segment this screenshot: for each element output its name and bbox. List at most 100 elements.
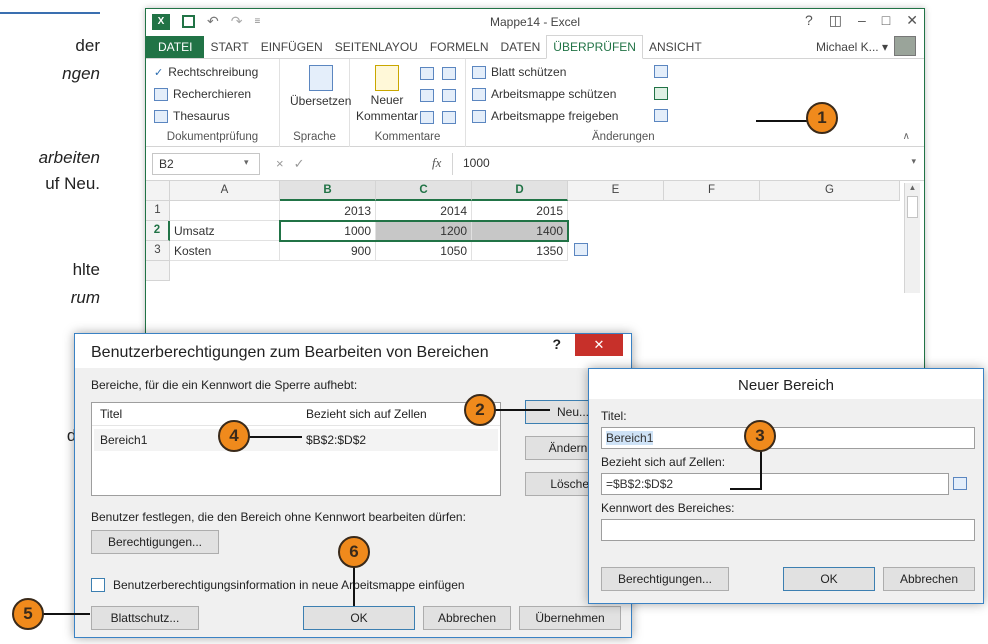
avatar[interactable] (894, 36, 916, 56)
ranges-list[interactable]: Titel Bezieht sich auf Zellen Bereich1 $… (91, 402, 501, 496)
track-changes-icon[interactable] (654, 109, 668, 122)
expand-formula-icon[interactable]: ▾ (911, 156, 916, 167)
col-header-a[interactable]: A (170, 181, 280, 201)
title-input-value: Bereich1 (606, 431, 654, 445)
cell-b3[interactable]: 900 (280, 241, 376, 261)
collapse-ribbon-icon[interactable]: ∧ (903, 131, 910, 142)
cell-b1[interactable]: 2013 (280, 201, 376, 221)
name-box-dropdown-icon[interactable]: ▾ (244, 157, 249, 168)
cancel-button[interactable]: Abbrechen (423, 606, 511, 630)
maximize-button[interactable]: □ (882, 12, 890, 29)
tab-ueberpruefen[interactable]: ÜBERPRÜFEN (546, 35, 643, 59)
delete-comment-icon[interactable] (420, 67, 434, 80)
translate-button[interactable]: Übersetzen (290, 65, 351, 108)
permissions-button[interactable]: Berechtigungen... (91, 530, 219, 554)
protect-workbook-button[interactable]: Arbeitsmappe schützen (472, 87, 616, 101)
protect-workbook-label: Arbeitsmappe schützen (491, 87, 617, 101)
tab-ansicht[interactable]: ANSICHT (643, 36, 708, 58)
book-text-line: ngen (62, 64, 100, 83)
research-label: Recherchieren (173, 87, 252, 101)
allow-edit-ranges-icon[interactable] (654, 87, 668, 100)
protect-sheet-label: Blatt schützen (491, 65, 567, 79)
group-dokumentpruefung: ✓ Rechtschreibung Recherchieren Thesaurus… (146, 59, 280, 147)
spelling-button[interactable]: ✓ Rechtschreibung (154, 65, 258, 79)
apply-button[interactable]: Übernehmen (519, 606, 621, 630)
user-account[interactable]: Michael K... ▾ (816, 40, 888, 54)
translate-label: Übersetzen (290, 94, 352, 108)
row-header[interactable]: 2 (146, 221, 170, 241)
row-header[interactable]: 1 (146, 201, 170, 221)
callout-4: 4 (218, 420, 250, 452)
ref-input[interactable]: =$B$2:$D$2 (601, 473, 949, 495)
show-ink-icon[interactable] (442, 111, 456, 124)
protect-sheet-button[interactable]: Blatt schützen (472, 65, 566, 79)
col-title-header[interactable]: Titel (100, 407, 122, 421)
protect-share-icon[interactable] (654, 65, 668, 78)
cell-a3[interactable]: Kosten (170, 241, 280, 261)
cell-d1[interactable]: 2015 (472, 201, 568, 221)
tab-daten[interactable]: DATEN (495, 36, 547, 58)
list-item[interactable] (94, 429, 498, 451)
col-header-c[interactable]: C (376, 181, 472, 201)
help-button[interactable]: ? (805, 12, 813, 29)
show-comment-icon[interactable] (420, 111, 434, 124)
collapse-dialog-icon[interactable] (953, 477, 967, 490)
callout-5: 5 (12, 598, 44, 630)
cell-d3[interactable]: 1350 (472, 241, 568, 261)
range-permissions-button[interactable]: Berechtigungen... (601, 567, 729, 591)
insert-function-icon[interactable]: fx (432, 155, 441, 171)
dialog-help-button[interactable]: ? (552, 336, 561, 352)
dialog-title: Benutzerberechtigungen zum Bearbeiten vo… (91, 344, 489, 361)
include-info-checkbox[interactable] (91, 578, 105, 592)
book-text-line: rum (70, 288, 100, 307)
window-controls: ? ◫ – □ ✕ (805, 12, 918, 29)
cell-c1[interactable]: 2014 (376, 201, 472, 221)
range-cancel-button[interactable]: Abbrechen (883, 567, 975, 591)
scroll-thumb[interactable] (907, 196, 918, 218)
tab-einfuegen[interactable]: EINFÜGEN (255, 36, 329, 58)
tab-seitenlayout[interactable]: SEITENLAYOU (329, 36, 424, 58)
title-input[interactable]: Bereich1 (601, 427, 975, 449)
ranges-label: Bereiche, für die ein Kennwort die Sperr… (91, 378, 358, 392)
col-header-b[interactable]: B (280, 181, 376, 201)
research-button[interactable]: Recherchieren (154, 87, 251, 101)
row-header[interactable]: 3 (146, 241, 170, 261)
callout-line (494, 409, 550, 411)
close-button[interactable]: ✕ (906, 12, 918, 29)
minimize-button[interactable]: – (858, 12, 866, 29)
new-comment-button[interactable]: Neuer Kommentar (356, 65, 418, 123)
password-input[interactable] (601, 519, 975, 541)
edit-comment-icon[interactable] (442, 67, 456, 80)
thesaurus-button[interactable]: Thesaurus (154, 109, 230, 123)
cell-a2[interactable]: Umsatz (170, 221, 280, 241)
previous-comment-icon[interactable] (420, 89, 434, 102)
share-workbook-label: Arbeitsmappe freigeben (491, 109, 619, 123)
ribbon-display-button[interactable]: ◫ (829, 12, 842, 29)
vertical-scrollbar[interactable]: ▲ (904, 183, 920, 293)
quick-analysis-icon[interactable] (574, 243, 588, 256)
tab-start[interactable]: START (204, 36, 254, 58)
sheet-protection-button[interactable]: Blattschutz... (91, 606, 199, 630)
formula-bar: B2 ▾ ×✓ fx 1000 ▾ (146, 147, 924, 181)
dialog-close-button[interactable]: ✕ (575, 334, 623, 356)
cell-a1[interactable] (170, 201, 280, 221)
row-header[interactable] (146, 261, 170, 281)
col-header-d[interactable]: D (472, 181, 568, 201)
thesaurus-icon (154, 109, 168, 123)
col-header-e[interactable]: E (568, 181, 664, 201)
scroll-up-icon[interactable]: ▲ (905, 183, 920, 192)
tab-formeln[interactable]: FORMELN (424, 36, 495, 58)
share-workbook-button[interactable]: Arbeitsmappe freigeben (472, 109, 618, 123)
title-label: Titel: (601, 409, 627, 423)
formula-input[interactable]: 1000 (452, 153, 900, 175)
next-comment-icon[interactable] (442, 89, 456, 102)
select-all-corner[interactable] (146, 181, 170, 201)
cell-c3[interactable]: 1050 (376, 241, 472, 261)
ok-button[interactable]: OK (303, 606, 415, 630)
col-header-f[interactable]: F (664, 181, 760, 201)
col-ref-header[interactable]: Bezieht sich auf Zellen (306, 407, 427, 421)
tab-datei[interactable]: DATEI (146, 36, 205, 58)
range-title-cell: Bereich1 (100, 433, 148, 447)
range-ok-button[interactable]: OK (783, 567, 875, 591)
col-header-g[interactable]: G (760, 181, 900, 201)
